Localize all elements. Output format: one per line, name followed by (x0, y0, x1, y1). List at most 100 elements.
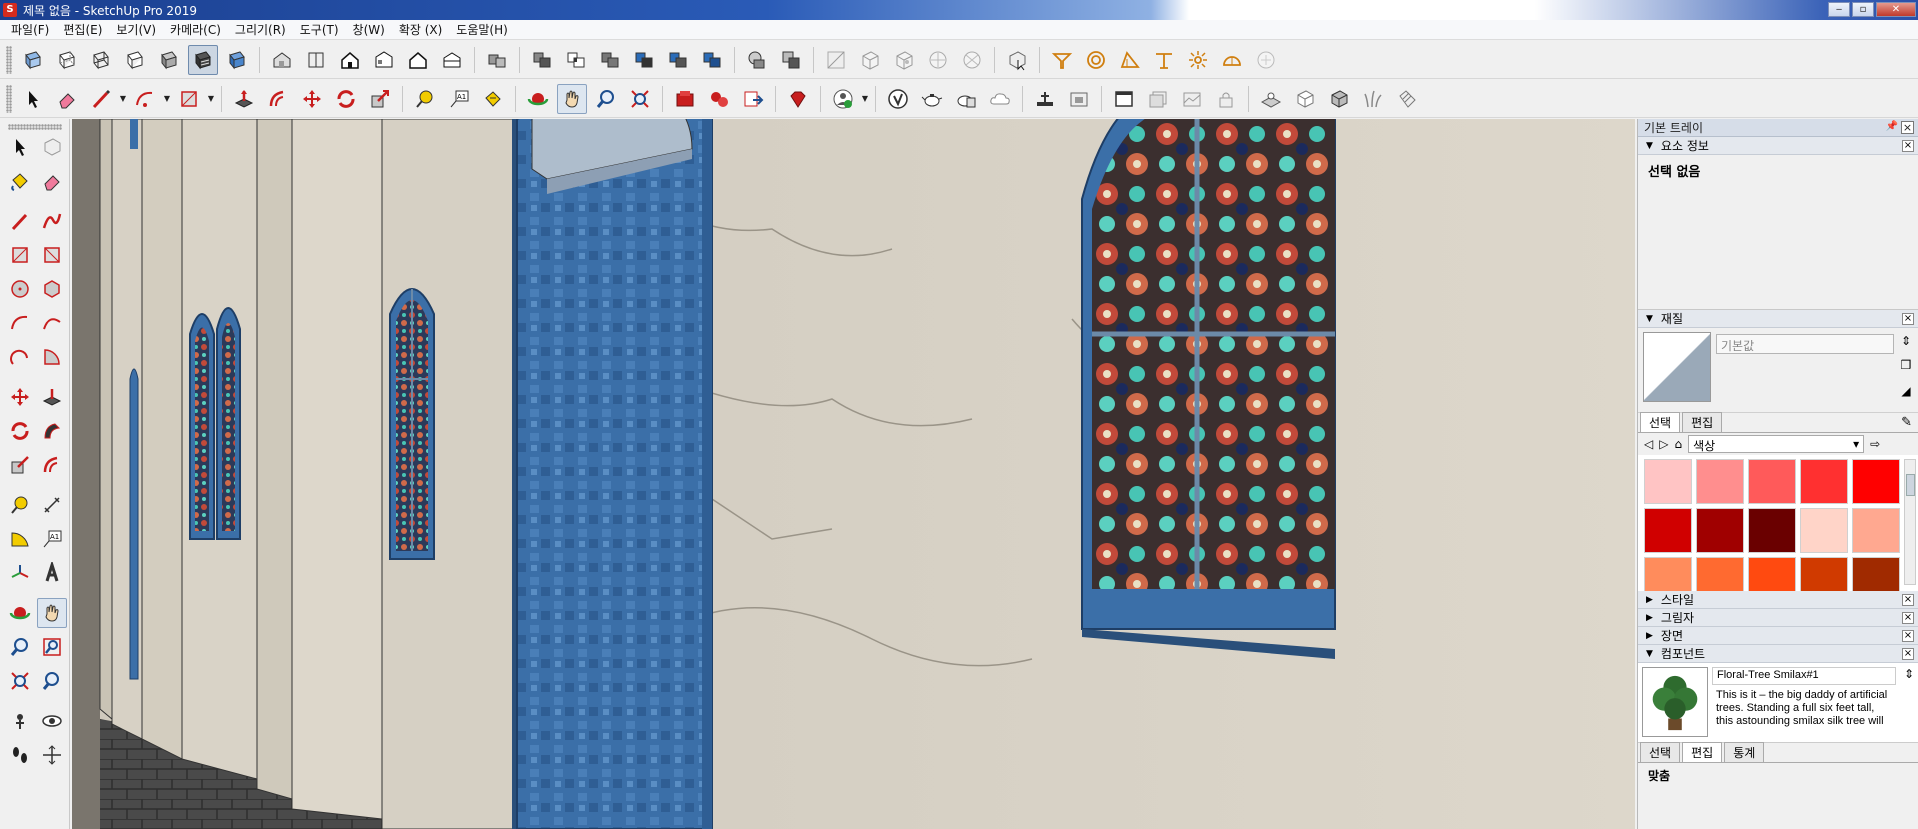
create-material-icon[interactable]: ❒ (1898, 358, 1914, 374)
rectangle-icon[interactable] (174, 84, 204, 114)
line-icon[interactable] (86, 84, 116, 114)
tab-statistics[interactable]: 통계 (1724, 742, 1765, 762)
iso-view-icon[interactable] (267, 45, 297, 75)
lock-icon[interactable] (1211, 84, 1241, 114)
three-point-arc-icon[interactable] (5, 342, 35, 372)
minimize-button[interactable]: ‒ (1828, 2, 1850, 17)
model-info-icon[interactable] (883, 84, 913, 114)
orbit-icon[interactable] (5, 598, 35, 628)
stamp-icon[interactable] (957, 45, 987, 75)
material-name-field[interactable]: 기본값 (1716, 334, 1894, 354)
push-pull-icon[interactable] (229, 84, 259, 114)
sandbox-from-scratch-icon[interactable] (889, 45, 919, 75)
tape-measure-icon[interactable] (410, 84, 440, 114)
pin-icon[interactable]: 📌 (1886, 121, 1898, 132)
zoom-window-icon[interactable] (37, 632, 67, 662)
xray-icon[interactable] (18, 45, 48, 75)
color-swatch[interactable] (1748, 459, 1796, 504)
color-swatch[interactable] (1852, 508, 1900, 553)
materials-header[interactable]: ▼ 재질 × (1638, 310, 1918, 328)
rotated-rectangle-icon[interactable] (37, 240, 67, 270)
rectangle-icon[interactable] (5, 240, 35, 270)
arc-icon[interactable] (130, 84, 160, 114)
sandbox-from-contours-icon[interactable] (855, 45, 885, 75)
protractor-icon[interactable] (5, 524, 35, 554)
display-secondary-icon[interactable]: ⇕ (1904, 667, 1914, 681)
arc-icon[interactable] (5, 308, 35, 338)
close-icon[interactable]: × (1902, 140, 1914, 152)
arc-dropdown-icon[interactable]: ▼ (162, 84, 172, 114)
display-secondary-icon[interactable]: ⇕ (1898, 334, 1914, 350)
box-icon[interactable] (1290, 84, 1320, 114)
move-icon[interactable] (5, 382, 35, 412)
entity-info-header[interactable]: ▼ 요소 정보 × (1638, 137, 1918, 155)
left-view-icon[interactable] (437, 45, 467, 75)
hide-rest-icon[interactable] (1217, 45, 1247, 75)
menu-view[interactable]: 보기(V) (109, 21, 163, 38)
component-select-icon[interactable] (1002, 45, 1032, 75)
section-plane-icon[interactable] (742, 45, 772, 75)
back-arrow-icon[interactable]: ◁ (1644, 437, 1653, 451)
tab-select[interactable]: 선택 (1640, 742, 1681, 762)
intersect-icon[interactable] (561, 45, 591, 75)
move-icon[interactable] (297, 84, 327, 114)
scale-icon[interactable] (5, 450, 35, 480)
tab-select[interactable]: 선택 (1640, 412, 1681, 432)
pie-icon[interactable] (37, 342, 67, 372)
close-icon[interactable]: × (1902, 648, 1914, 660)
toolbar-grip[interactable] (6, 45, 12, 74)
maximize-button[interactable]: ▫ (1852, 2, 1874, 17)
paint-bucket-icon[interactable] (5, 166, 35, 196)
close-icon[interactable]: × (1901, 121, 1914, 134)
3d-warehouse-icon[interactable] (670, 84, 700, 114)
split-icon[interactable] (697, 45, 727, 75)
wireframe-icon[interactable] (86, 45, 116, 75)
account-icon[interactable] (828, 84, 858, 114)
section-display-icon[interactable] (1149, 45, 1179, 75)
color-swatch[interactable] (1696, 508, 1744, 553)
material-swatch[interactable] (1643, 332, 1711, 402)
shadows-header[interactable]: ▶ 그림자 × (1638, 609, 1918, 627)
dynamic-component-icon[interactable] (1324, 84, 1354, 114)
text-icon[interactable]: A1 (444, 84, 474, 114)
teapot-icon[interactable] (917, 84, 947, 114)
follow-me-icon[interactable] (37, 416, 67, 446)
section-fill-icon[interactable] (776, 45, 806, 75)
look-around-icon[interactable] (37, 706, 67, 736)
line-dropdown-icon[interactable]: ▼ (118, 84, 128, 114)
details-arrow-icon[interactable]: ⇨ (1870, 437, 1880, 451)
orbit-icon[interactable] (523, 84, 553, 114)
freehand-icon[interactable] (37, 206, 67, 236)
cloud-icon[interactable] (985, 84, 1015, 114)
polygon-icon[interactable] (37, 274, 67, 304)
tab-edit[interactable]: 편집 (1682, 742, 1723, 762)
zoom-extents-icon[interactable] (5, 666, 35, 696)
select-icon[interactable] (18, 84, 48, 114)
close-icon[interactable]: × (1902, 313, 1914, 325)
menu-edit[interactable]: 편집(E) (56, 21, 109, 38)
walk-icon[interactable] (5, 740, 35, 770)
rectangle-dropdown-icon[interactable]: ▼ (206, 84, 216, 114)
scenes-header[interactable]: ▶ 장면 × (1638, 627, 1918, 645)
zoom-icon[interactable] (591, 84, 621, 114)
text-icon[interactable]: A1 (37, 524, 67, 554)
back-view-icon[interactable] (403, 45, 433, 75)
top-view-icon[interactable] (301, 45, 331, 75)
front-view-icon[interactable] (335, 45, 365, 75)
pan-icon[interactable] (557, 83, 587, 114)
union-icon[interactable] (595, 45, 625, 75)
home-icon[interactable]: ⌂ (1674, 437, 1682, 451)
circle-icon[interactable] (5, 274, 35, 304)
color-swatch[interactable] (1644, 459, 1692, 504)
two-point-arc-icon[interactable] (37, 308, 67, 338)
menu-extensions[interactable]: 확장 (X) (392, 21, 449, 38)
right-view-icon[interactable] (369, 45, 399, 75)
tape-measure-icon[interactable] (5, 490, 35, 520)
color-swatch[interactable] (1696, 459, 1744, 504)
generate-report-icon[interactable] (951, 84, 981, 114)
pan-icon[interactable] (37, 598, 67, 628)
extension-warehouse-icon[interactable] (704, 84, 734, 114)
make-component-icon[interactable] (37, 132, 67, 162)
fog-icon[interactable] (1251, 45, 1281, 75)
eraser-icon[interactable] (52, 84, 82, 114)
